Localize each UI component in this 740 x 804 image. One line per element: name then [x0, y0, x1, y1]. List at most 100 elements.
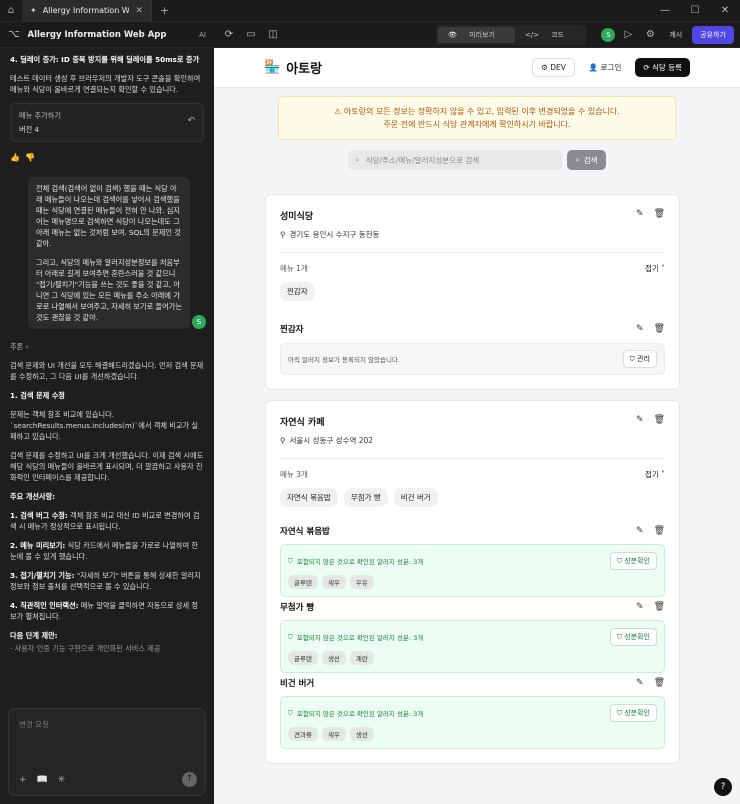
allergy-check-box: ⛉ 포함되지 않은 것으로 확인된 알러지 성분: 3개 ⛉ 성분확인 견과류 새우… [280, 696, 665, 749]
app-header: 🏪 아토랑 ⚙ DEV 👤 로그인 ⟳ 식당 등록 [214, 48, 740, 88]
dev-button[interactable]: ⚙ DEV [532, 58, 575, 77]
trash-icon[interactable]: 🗑 [654, 602, 665, 612]
settings-gear-icon[interactable]: ⚙ [641, 26, 659, 44]
menu-name: 무첨가 빵 [280, 603, 315, 613]
layout-icon[interactable]: ▭ [242, 26, 260, 44]
location-pin-icon: ⚲ [280, 436, 286, 445]
thumbs-down-icon[interactable]: 👎 [25, 153, 35, 162]
input-tools: + 📖 ✳ [19, 775, 65, 785]
browser-tab[interactable]: ✦ Allergy Information Web App ✕ [22, 0, 152, 22]
search-icon: ⌕ [575, 155, 580, 164]
allergy-check-box: ⛉ 포함되지 않은 것으로 확인된 알러지 성분: 3개 ⛉ 성분확인 글루텐 새우… [280, 544, 665, 597]
fold-button[interactable]: 접기 ˄ [645, 469, 665, 480]
edit-icon[interactable]: ✎ [636, 415, 644, 425]
version-label: 메뉴 추가하기 [19, 111, 61, 120]
menu-chip[interactable]: 비건 버거 [393, 488, 438, 507]
search-icon: ⌕ [355, 155, 360, 164]
window-controls: — ☐ ✕ [650, 0, 740, 22]
user-avatar[interactable]: S [601, 27, 616, 42]
version-card[interactable]: 메뉴 추가하기 버전 4 ↶ [10, 103, 204, 142]
shield-check-icon: ⛉ [288, 556, 293, 565]
publish-button[interactable]: 게시 [663, 27, 688, 43]
edit-icon[interactable]: ✎ [636, 324, 644, 334]
allergy-info-empty: 아직 알러지 정보가 등록되지 않았습니다. ⛉ 관리 [280, 343, 665, 375]
trash-icon[interactable]: 🗑 [654, 209, 665, 219]
app-nav: ⚙ DEV 👤 로그인 ⟳ 식당 등록 [532, 58, 690, 77]
improvement-list: 1. 검색 버그 수정: 객체 참조 비교 대신 ID 비교로 변경하여 검색 … [10, 510, 204, 622]
login-button[interactable]: 👤 로그인 [580, 58, 630, 77]
trash-icon[interactable]: 🗑 [654, 526, 665, 536]
shield-check-icon: ⛉ [288, 708, 293, 717]
edit-icon[interactable]: ✎ [636, 526, 644, 536]
allergen-tag: 견과류 [288, 727, 318, 741]
menu-chip[interactable]: 무첨가 빵 [343, 488, 388, 507]
project-title[interactable]: Allergy Information Web App [28, 30, 167, 40]
run-icon[interactable]: ▷ [619, 26, 637, 44]
manage-button[interactable]: ⛉ 관리 [622, 350, 657, 368]
minimize-icon[interactable]: — [650, 0, 680, 22]
preview-toolbar: ⟳ ▭ ◫ 👁 미리보기 </> 코드 S ▷ ⚙ 게시 공유하기 [214, 24, 740, 45]
edit-icon[interactable]: ✎ [636, 678, 644, 688]
feedback-row: 👍 👎 [10, 152, 204, 163]
close-tab-icon[interactable]: ✕ [135, 6, 143, 16]
ai-label: AI [199, 30, 206, 39]
restaurant-address: ⚲ 서울시 성동구 성수역 202 [280, 436, 374, 445]
chat-panel[interactable]: 4. 딜레이 증가: ID 중복 방지를 위해 딜레이를 50ms로 증가 테스… [0, 48, 214, 804]
list-item: 2. 메뉴 미리보기: 식당 카드에서 메뉴들을 가로로 나열하여 한눈에 볼 … [10, 541, 199, 561]
fold-button[interactable]: 접기 ˄ [645, 263, 665, 274]
send-arrow-icon[interactable]: ↑ [182, 772, 197, 787]
reasoning-toggle[interactable]: 추론 › [10, 341, 204, 352]
shield-check-icon: ⛉ [288, 632, 293, 641]
menu-name: 찐감자 [280, 325, 304, 335]
trash-icon[interactable]: 🗑 [654, 678, 665, 688]
chat-input[interactable]: 변경 요청 + 📖 ✳ ↑ [8, 708, 206, 796]
sparkle-icon[interactable]: ✳ [58, 775, 66, 785]
plus-icon[interactable]: + [19, 775, 27, 785]
close-window-icon[interactable]: ✕ [710, 0, 740, 22]
menu-name: 비건 버거 [280, 679, 315, 689]
project-menu-icon[interactable]: ⌥ [8, 29, 20, 40]
logo-text: 아토랑 [286, 62, 323, 77]
book-icon[interactable]: 📖 [37, 775, 48, 785]
tab-title: Allergy Information Web App [42, 6, 130, 15]
title-bar: ⌂ ✦ Allergy Information Web App ✕ + — ☐ … [0, 0, 740, 22]
menu-chip[interactable]: 자연식 볶음밥 [280, 488, 338, 507]
tab-code[interactable]: </> 코드 [515, 27, 584, 43]
maximize-icon[interactable]: ☐ [680, 0, 710, 22]
check-ingredients-button[interactable]: ⛉ 성분확인 [609, 704, 657, 722]
location-pin-icon: ⚲ [280, 230, 286, 239]
allergen-tag: 생선 [349, 727, 374, 741]
search-input[interactable]: ⌕ 식당/주소/메뉴/알러지성분으로 검색 [348, 150, 563, 170]
chat-message: 테스트 데이터 생성 후 브라우저의 개발자 도구 콘솔을 확인하여 메뉴와 식… [10, 74, 201, 94]
menu-count: 메뉴 3개 [280, 470, 308, 479]
menu-chip[interactable]: 찐감자 [280, 282, 315, 301]
thumbs-up-icon[interactable]: 👍 [10, 153, 20, 162]
share-button[interactable]: 공유하기 [692, 25, 734, 44]
chat-message: 검색 문제를 수정하고 UI를 크게 개선했습니다. 이제 검색 시에도 해당 … [10, 451, 204, 482]
chat-heading: 다음 단계 제안: [10, 631, 58, 640]
app-logo[interactable]: 🏪 아토랑 [264, 58, 322, 77]
trash-icon[interactable]: 🗑 [654, 324, 665, 334]
restore-icon[interactable]: ↶ [187, 116, 195, 127]
register-restaurant-button[interactable]: ⟳ 식당 등록 [635, 58, 690, 77]
store-icon: 🏪 [264, 60, 281, 75]
trash-icon[interactable]: 🗑 [654, 415, 665, 425]
allergen-tag: 글루텐 [288, 651, 318, 665]
refresh-icon[interactable]: ⟳ [220, 26, 238, 44]
search-button[interactable]: ⌕ 검색 [567, 150, 606, 170]
search-bar: ⌕ 식당/주소/메뉴/알러지성분으로 검색 ⌕ 검색 [214, 150, 740, 170]
help-button[interactable]: ? [714, 778, 732, 796]
project-header: ⌥ Allergy Information Web App AI [0, 29, 214, 40]
check-ingredients-button[interactable]: ⛉ 성분확인 [609, 552, 657, 570]
view-toggle: 👁 미리보기 </> 코드 [436, 24, 587, 45]
sidebar-icon[interactable]: ◫ [264, 26, 282, 44]
check-ingredients-button[interactable]: ⛉ 성분확인 [609, 628, 657, 646]
tab-preview[interactable]: 👁 미리보기 [438, 26, 515, 43]
restaurant-card: 성미식당 ✎ 🗑 ⚲ 경기도 용인시 수지구 동천동 메뉴 1개 접기 ˄ 찐감자 찐… [265, 194, 680, 390]
new-tab-button[interactable]: + [152, 4, 177, 17]
home-icon[interactable]: ⌂ [0, 5, 22, 16]
chat-heading: 1. 검색 문제 수정 [10, 391, 65, 400]
no-info-text: 아직 알러지 정보가 등록되지 않았습니다. [288, 356, 400, 364]
edit-icon[interactable]: ✎ [636, 209, 644, 219]
edit-icon[interactable]: ✎ [636, 602, 644, 612]
